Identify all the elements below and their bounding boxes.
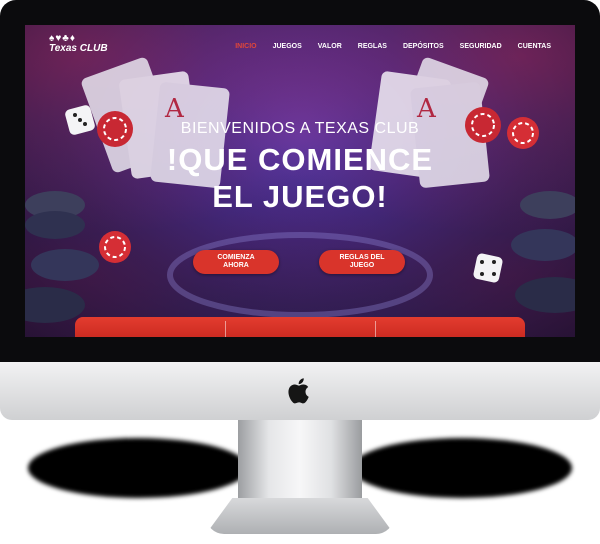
- imac-stand-foot: [206, 498, 394, 534]
- imac-mockup: A A ♠♥♣♦ Texas CLUB INICIO JUEGOS VALOR …: [0, 0, 600, 544]
- hero-kicker: BIENVENIDOS A TEXAS CLUB: [180, 120, 420, 137]
- site-logo[interactable]: ♠♥♣♦ Texas CLUB: [47, 33, 108, 59]
- apple-icon: [288, 378, 309, 404]
- feature-bar-divider: [375, 321, 376, 337]
- hero-title-line-2: EL JUEGO!: [212, 179, 388, 214]
- main-menu: INICIO JUEGOS VALOR REGLAS DEPÓSITOS SEG…: [235, 43, 551, 50]
- nav-item-valor[interactable]: VALOR: [318, 43, 342, 50]
- website-screen: A A ♠♥♣♦ Texas CLUB INICIO JUEGOS VALOR …: [25, 25, 575, 337]
- nav-item-reglas[interactable]: REGLAS: [358, 43, 387, 50]
- nav-item-inicio[interactable]: INICIO: [235, 43, 256, 50]
- game-rules-button[interactable]: REGLAS DEL JUEGO: [319, 250, 405, 274]
- nav-item-juegos[interactable]: JUEGOS: [273, 43, 302, 50]
- desk-shadow-left: [28, 438, 248, 498]
- start-now-label: COMIENZA AHORA: [217, 254, 255, 269]
- imac-stand-neck: [238, 420, 362, 506]
- feature-bar: [75, 317, 525, 337]
- nav-item-depositos[interactable]: DEPÓSITOS: [403, 43, 444, 50]
- hero-title-line-1: !QUE COMIENCE: [166, 142, 434, 177]
- start-now-button[interactable]: COMIENZA AHORA: [193, 250, 279, 274]
- nav-item-seguridad[interactable]: SEGURIDAD: [460, 43, 502, 50]
- nav-item-cuentas[interactable]: CUENTAS: [518, 43, 551, 50]
- game-rules-label: REGLAS DEL JUEGO: [339, 254, 385, 269]
- top-navigation: ♠♥♣♦ Texas CLUB INICIO JUEGOS VALOR REGL…: [25, 25, 575, 67]
- feature-bar-divider: [225, 321, 226, 337]
- desk-shadow-right: [352, 438, 572, 498]
- logo-text: Texas CLUB: [49, 43, 108, 54]
